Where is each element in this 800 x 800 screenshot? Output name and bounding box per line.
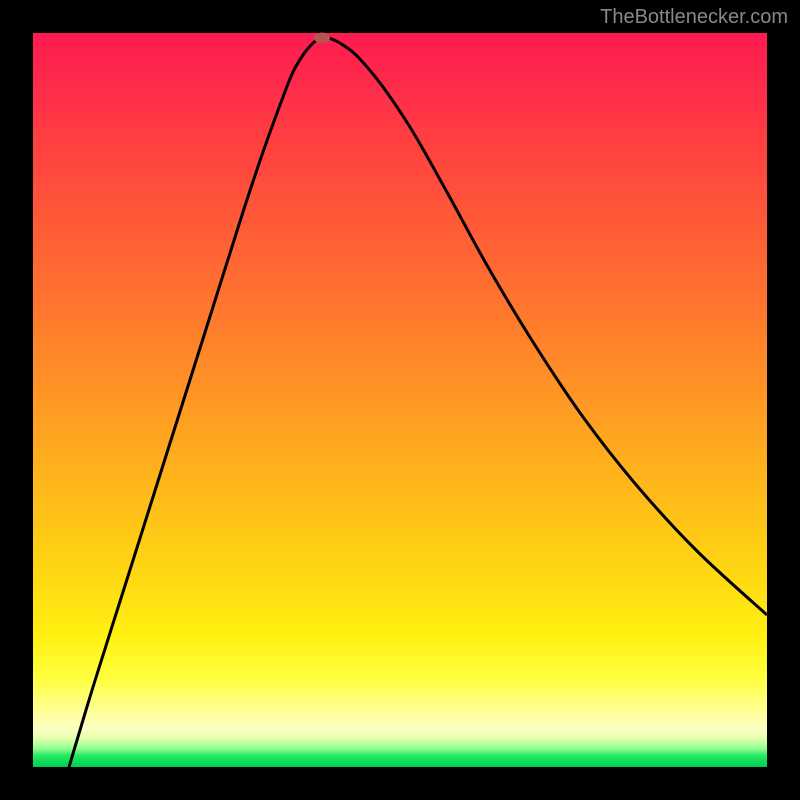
curve-svg (33, 33, 767, 767)
optimum-marker (314, 33, 330, 44)
bottleneck-curve (69, 38, 767, 767)
plot-area (33, 33, 767, 767)
watermark-text: TheBottlenecker.com (600, 6, 788, 29)
